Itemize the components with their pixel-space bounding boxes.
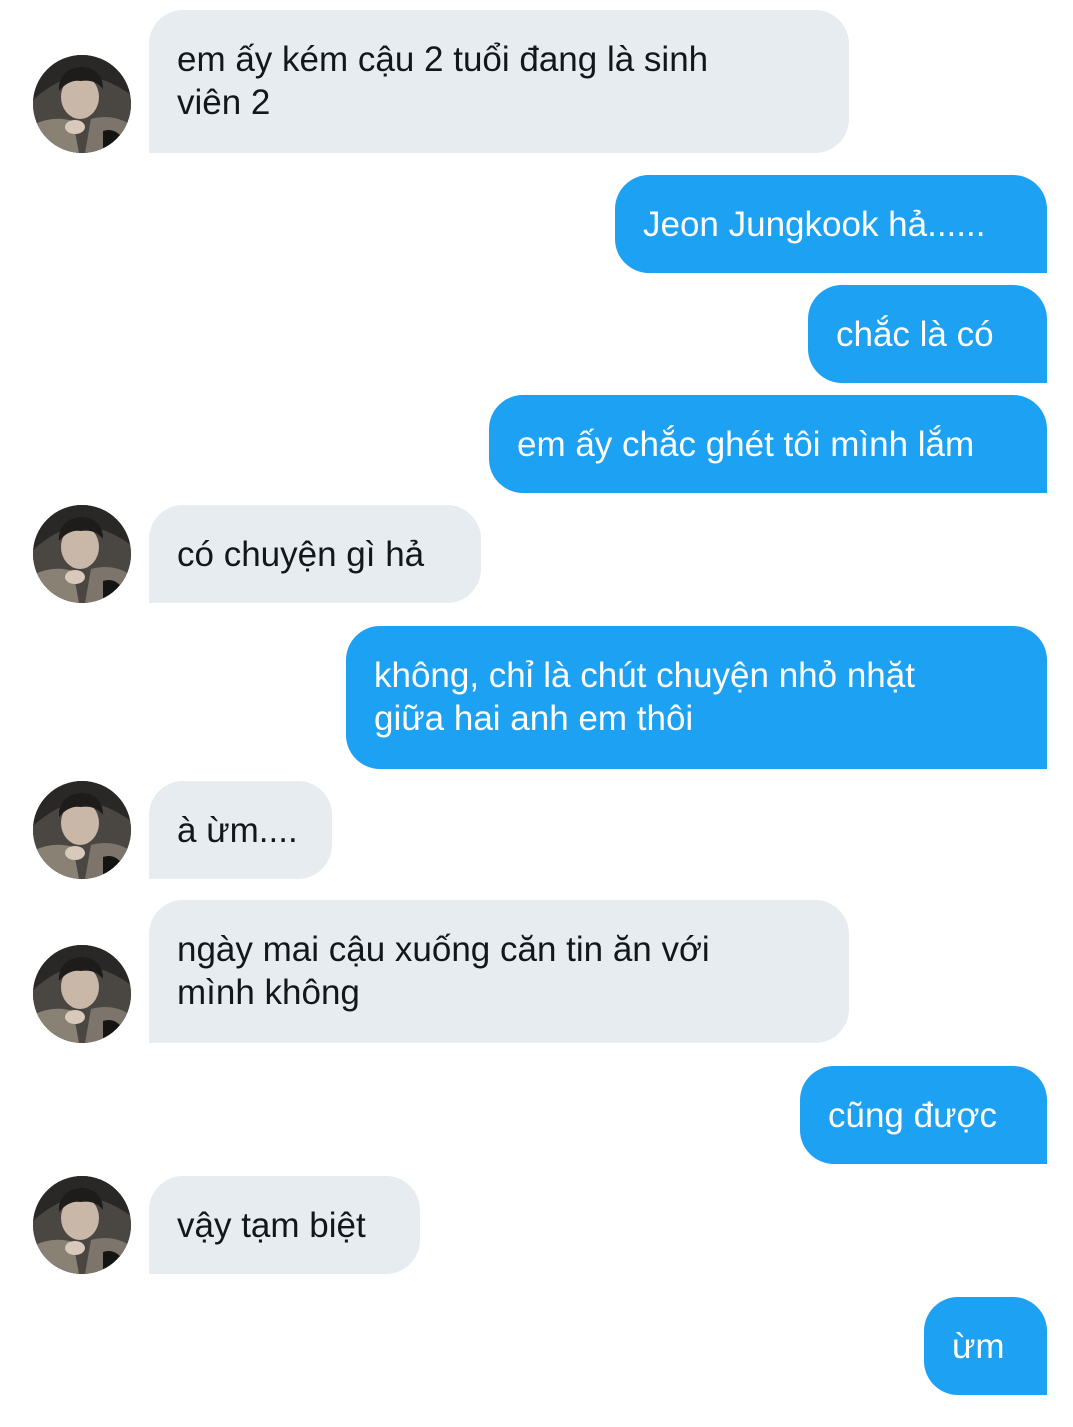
message-bubble-incoming[interactable]: vậy tạm biệt (149, 1176, 420, 1274)
avatar-photo-icon (33, 1176, 131, 1274)
avatar-photo-icon (33, 55, 131, 153)
message-text: có chuyện gì hả (177, 535, 425, 574)
message-bubble-outgoing[interactable]: em ấy chắc ghét tôi mình lắm (489, 395, 1047, 493)
message-text: viên 2 (177, 83, 271, 122)
message-text: không, chỉ là chút chuyện nhỏ nhặt (374, 656, 915, 695)
message-bubble-outgoing[interactable]: cũng được (800, 1066, 1047, 1164)
message-bubble-incoming[interactable]: có chuyện gì hả (149, 505, 481, 603)
avatar-photo-icon (33, 781, 131, 879)
avatar-photo-icon (33, 505, 131, 603)
message-text: Jeon Jungkook hả...... (643, 205, 986, 244)
message-text: vậy tạm biệt (177, 1206, 366, 1245)
message-bubble-outgoing[interactable]: chắc là có (808, 285, 1047, 383)
contact-avatar[interactable] (33, 781, 131, 879)
message-bubble-incoming[interactable]: à ừm.... (149, 781, 332, 879)
message-text: giữa hai anh em thôi (374, 699, 694, 738)
message-text: ngày mai cậu xuống căn tin ăn với (177, 930, 710, 969)
message-text: chắc là có (836, 315, 994, 354)
message-text: ừm (952, 1327, 1005, 1366)
message-bubble-incoming[interactable]: em ấy kém cậu 2 tuổi đang là sinh viên 2 (149, 10, 849, 153)
message-bubble-outgoing[interactable]: Jeon Jungkook hả...... (615, 175, 1047, 273)
message-text: à ừm.... (177, 811, 298, 850)
contact-avatar[interactable] (33, 55, 131, 153)
contact-avatar[interactable] (33, 1176, 131, 1274)
message-text: em ấy chắc ghét tôi mình lắm (517, 425, 975, 464)
message-text: cũng được (828, 1096, 997, 1135)
message-text: mình không (177, 973, 360, 1012)
message-bubble-outgoing[interactable]: ừm (924, 1297, 1047, 1395)
message-text: em ấy kém cậu 2 tuổi đang là sinh (177, 40, 709, 79)
avatar-photo-icon (33, 945, 131, 1043)
contact-avatar[interactable] (33, 945, 131, 1043)
message-bubble-outgoing[interactable]: không, chỉ là chút chuyện nhỏ nhặt giữa … (346, 626, 1047, 769)
message-bubble-incoming[interactable]: ngày mai cậu xuống căn tin ăn với mình k… (149, 900, 849, 1043)
contact-avatar[interactable] (33, 505, 131, 603)
